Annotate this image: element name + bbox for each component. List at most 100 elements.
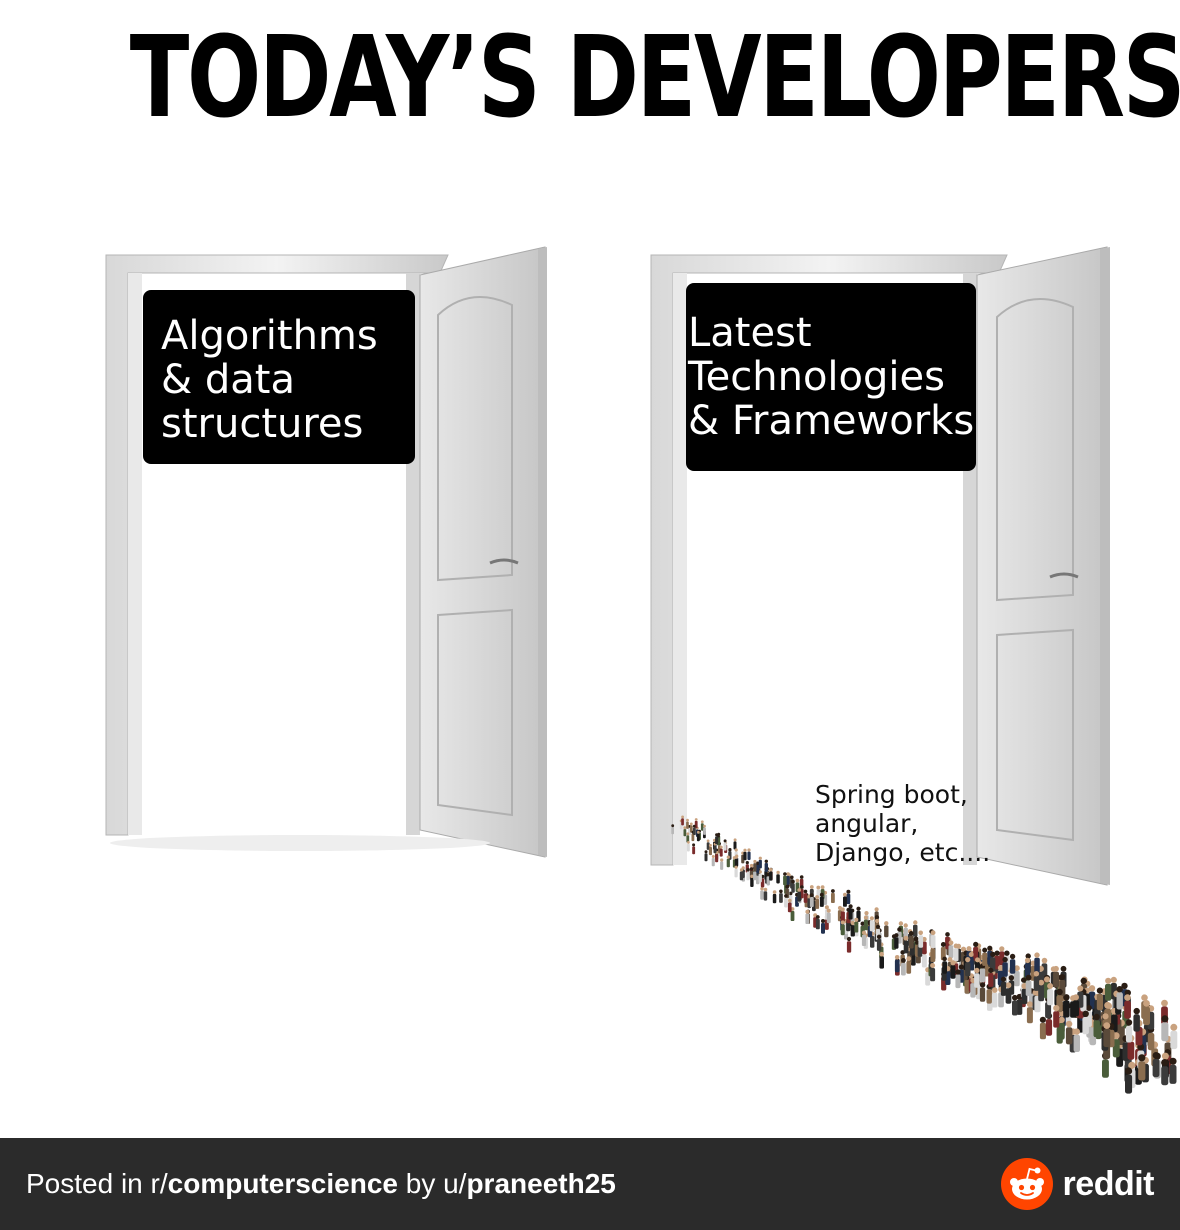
crowd-person-body [733, 841, 737, 850]
crowd-person-head [786, 872, 790, 876]
crowd-person-head [1059, 974, 1066, 980]
crowd-person-head [1024, 957, 1031, 964]
crowd-person-body [1058, 1023, 1065, 1040]
crowd-person-body [703, 827, 706, 835]
crowd-person-head [683, 826, 687, 830]
crowd-person-head [876, 934, 882, 939]
crowd-person-body [1096, 993, 1103, 1011]
crowd-person-head [1169, 1057, 1177, 1065]
crowd-person-head [815, 915, 820, 919]
crowd-person-head [1152, 1052, 1160, 1059]
crowd-person-head [1041, 957, 1048, 964]
crowd-person-body [723, 842, 727, 851]
crowd-person-head [1085, 1005, 1092, 1011]
crowd-person-body [776, 874, 780, 884]
crowd-person-head [1170, 1023, 1178, 1031]
crowd-person-head [875, 918, 880, 924]
crowd-person-body [854, 921, 859, 933]
crowd-person-head [903, 935, 909, 941]
crowd-person-body [763, 891, 768, 901]
crowd-person-body [1045, 1019, 1053, 1036]
crowd-person-body [1005, 988, 1012, 1004]
crowd-person-body [1012, 1000, 1018, 1016]
crowd-person-body [821, 923, 825, 934]
crowd-person-head [689, 822, 693, 826]
post-attribution: Posted in r/computerscience by u/praneet… [26, 1168, 616, 1200]
crowd-person-head [769, 868, 773, 872]
subreddit-link[interactable]: computerscience [168, 1168, 398, 1199]
crowd-person-head [719, 845, 723, 849]
crowd-person-head [990, 951, 996, 958]
crowd-person-body [1102, 1059, 1109, 1078]
crowd-person-body [783, 875, 787, 886]
crowd-person-head [930, 930, 936, 936]
crowd-person-head [749, 863, 754, 868]
crowd-person-head [966, 946, 972, 952]
crowd-person-body [869, 920, 874, 932]
crowd-person-body [779, 893, 783, 903]
crowd-person-head [1141, 994, 1148, 1001]
crowd-person-body [894, 959, 900, 973]
reddit-brand[interactable]: reddit [1000, 1158, 1155, 1210]
crowd-person-body [1169, 1064, 1177, 1084]
crowd-person-body [870, 936, 875, 948]
crowd-person-body [686, 843, 690, 852]
crowd-person-body [1025, 980, 1032, 996]
crowd-person-head [918, 930, 923, 936]
crowd-person-head [968, 952, 974, 957]
crowd-person-body [1053, 1011, 1060, 1028]
crowd-person-head [1096, 987, 1103, 994]
crowd-person-head [743, 848, 747, 852]
crowd-person-body [906, 961, 912, 974]
crowd-person-head [1102, 1013, 1109, 1020]
crowd-person-head [973, 941, 979, 947]
crowd-person-head [1125, 1067, 1133, 1075]
crowd-person-body [876, 939, 882, 951]
crowd-person-body [819, 896, 824, 907]
reddit-wordmark: reddit [1062, 1164, 1155, 1203]
crowd-person-body [901, 962, 906, 976]
crowd-person-head [1002, 956, 1008, 963]
attribution-middle: by u/ [397, 1168, 467, 1199]
crowd-person-body [750, 878, 754, 887]
crowd-person-head [1110, 976, 1117, 983]
crowd-person-body [681, 818, 684, 826]
crowd-person-body [1147, 1032, 1155, 1051]
crowd-person-body [693, 827, 696, 835]
crowd-person-head [681, 815, 684, 819]
crowd-person-body [879, 956, 884, 969]
crowd-person-head [826, 908, 831, 913]
crowd-person-body [848, 908, 853, 920]
crowd-person-head [686, 832, 690, 836]
crowd-person-body [950, 965, 956, 979]
crowd-person-body [711, 858, 715, 867]
crowd-person-head [1005, 982, 1012, 989]
right-door-sign: Latest Technologies & Frameworks [686, 283, 976, 471]
crowd-person-head [799, 875, 804, 879]
username-link[interactable]: praneeth25 [466, 1168, 615, 1199]
crowd-person-head [753, 859, 757, 864]
crowd-person-head [894, 955, 900, 960]
crowd-person-body [1116, 992, 1123, 1010]
crowd-person-body [1065, 1027, 1073, 1045]
crowd-person-body [787, 902, 792, 913]
crowd-person-head [1077, 985, 1084, 992]
crowd-person-head [809, 893, 814, 897]
crowd-person-head [821, 919, 825, 923]
crowd-person-body [982, 952, 988, 966]
crowd-person-body [831, 892, 835, 903]
crowd-person-body [903, 940, 909, 954]
crowd-person-head [772, 890, 777, 894]
crowd-person-head [1125, 1019, 1133, 1026]
crowd-person-head [913, 920, 918, 925]
crowd-person-body [1161, 1022, 1169, 1042]
attribution-prefix: Posted in r/ [26, 1168, 168, 1199]
crowd-person-body [1125, 1074, 1133, 1094]
crowd-person-head [975, 957, 980, 963]
crowd-person-body [719, 848, 723, 857]
crowd-person-head [791, 879, 795, 884]
crowd-person-head [831, 889, 835, 893]
crowd-person-head [861, 930, 867, 935]
crowd-person-head [848, 904, 853, 909]
crowd-person-head [846, 889, 851, 894]
